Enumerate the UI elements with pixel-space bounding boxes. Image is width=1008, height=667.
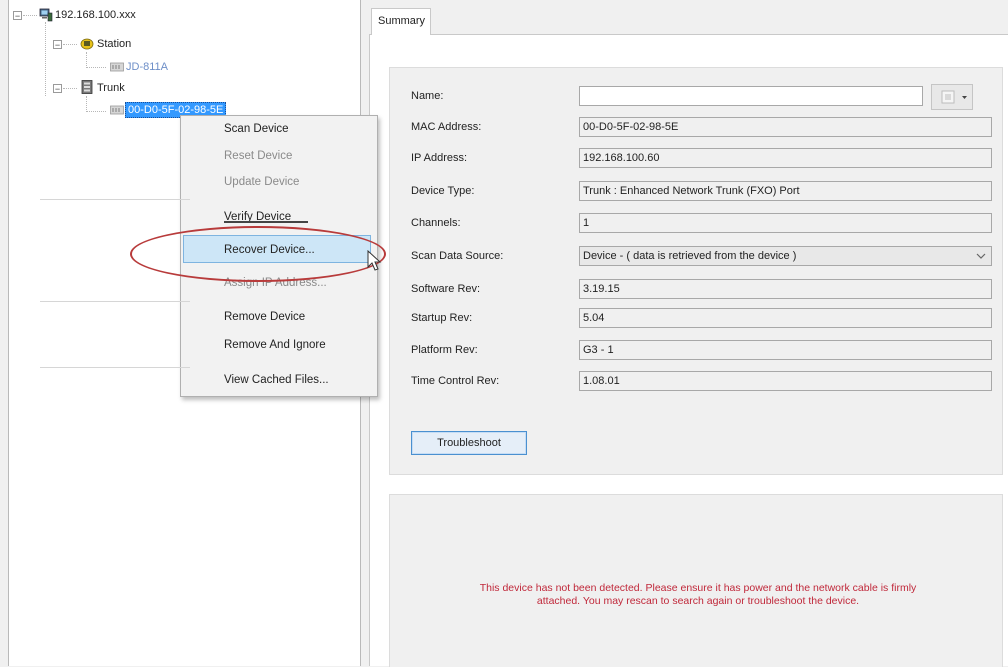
software-rev-label: Software Rev: (411, 283, 481, 295)
menu-item-scan-device[interactable]: Scan Device (224, 119, 289, 139)
menu-separator (40, 301, 190, 302)
tree-trunk-label[interactable]: Trunk (97, 80, 125, 96)
menu-separator (40, 199, 190, 200)
root-collapse-toggle[interactable]: − (13, 11, 22, 21)
name-field[interactable] (579, 86, 923, 106)
tree-connector (86, 96, 87, 112)
startup-rev-field[interactable]: 5.04 (579, 308, 992, 328)
tree-root-label[interactable]: 192.168.100.xxx (55, 7, 136, 23)
network-computer-icon (39, 8, 53, 22)
chevron-down-icon (976, 253, 986, 259)
ip-address-field[interactable]: 192.168.100.60 (579, 148, 992, 168)
device-module-icon (110, 62, 124, 72)
station-phone-icon (80, 38, 94, 50)
tree-station-device-label[interactable]: JD-811A (126, 59, 168, 75)
tab-strip (367, 0, 1008, 36)
status-message-panel (389, 494, 1003, 667)
menu-item-verify-device[interactable]: Verify Device (224, 207, 291, 227)
menu-item-update-device[interactable]: Update Device (224, 172, 299, 192)
menu-item-remove-and-ignore[interactable]: Remove And Ignore (224, 335, 326, 355)
channels-field[interactable]: 1 (579, 213, 992, 233)
menu-item-remove-device[interactable]: Remove Device (224, 307, 305, 327)
trunk-collapse-toggle[interactable]: − (53, 84, 62, 94)
scan-data-source-label: Scan Data Source: (411, 250, 504, 262)
status-message-line: This device has not been detected. Pleas… (479, 582, 917, 594)
tree-connector (45, 22, 46, 96)
tree-connector (23, 15, 37, 16)
scan-data-source-value: Device - ( data is retrieved from the de… (583, 250, 797, 262)
station-collapse-toggle[interactable]: − (53, 40, 62, 50)
tree-connector (63, 88, 77, 89)
device-picture-icon (941, 90, 967, 104)
platform-rev-label: Platform Rev: (411, 344, 478, 356)
device-module-icon (110, 105, 124, 115)
annotation-highlight-ellipse (130, 226, 386, 282)
tree-connector (86, 111, 106, 112)
menu-item-view-cached-files[interactable]: View Cached Files... (224, 370, 329, 390)
verify-strike-line (224, 221, 308, 223)
tab-summary[interactable]: Summary (371, 8, 431, 35)
time-control-rev-label: Time Control Rev: (411, 375, 500, 387)
scan-data-source-select[interactable]: Device - ( data is retrieved from the de… (579, 246, 992, 266)
tree-connector (86, 52, 87, 68)
software-rev-field[interactable]: 3.19.15 (579, 279, 992, 299)
device-type-field[interactable]: Trunk : Enhanced Network Trunk (FXO) Por… (579, 181, 992, 201)
ip-address-label: IP Address: (411, 152, 468, 164)
device-type-label: Device Type: (411, 185, 475, 197)
menu-separator (40, 367, 190, 368)
tree-connector (63, 44, 77, 45)
tree-station-label[interactable]: Station (97, 36, 131, 52)
troubleshoot-button[interactable]: Troubleshoot (411, 431, 527, 455)
trunk-card-icon (81, 80, 93, 94)
time-control-rev-field[interactable]: 1.08.01 (579, 371, 992, 391)
status-message-line: attached. You may rescan to search again… (536, 595, 860, 607)
mouse-pointer-icon (367, 250, 382, 271)
tree-connector (86, 67, 106, 68)
startup-rev-label: Startup Rev: (411, 312, 473, 324)
name-picture-button[interactable] (931, 84, 973, 110)
menu-item-reset-device[interactable]: Reset Device (224, 146, 292, 166)
name-label: Name: (411, 90, 444, 102)
mac-address-label: MAC Address: (411, 121, 482, 133)
channels-label: Channels: (411, 217, 461, 229)
platform-rev-field[interactable]: G3 - 1 (579, 340, 992, 360)
status-message: This device has not been detected. Pleas… (420, 582, 976, 608)
mac-address-field[interactable]: 00-D0-5F-02-98-5E (579, 117, 992, 137)
